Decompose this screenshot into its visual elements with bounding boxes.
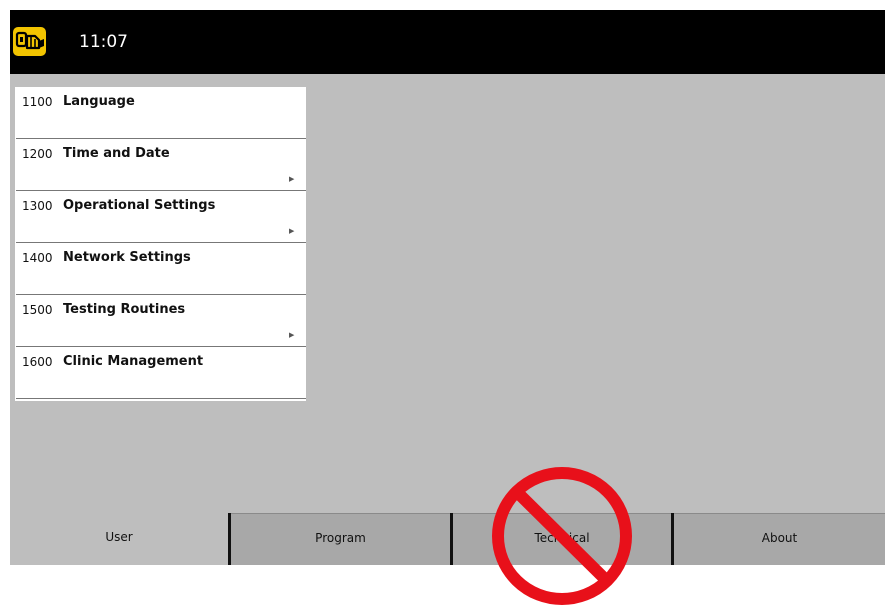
menu-item-time-and-date[interactable]: 1200 Time and Date ▶ — [15, 139, 306, 191]
menu-item-network-settings[interactable]: 1400 Network Settings — [15, 243, 306, 295]
menu-item-code: 1300 — [22, 199, 53, 213]
prohibited-icon — [492, 467, 632, 605]
top-bar: 11:07 — [10, 10, 885, 74]
menu-item-label: Clinic Management — [63, 354, 204, 369]
tab-bar: User Program Technical About — [10, 513, 885, 565]
device-screen: 11:07 1100 Language 1200 Time and Date ▶… — [10, 10, 885, 565]
menu-item-label: Language — [63, 94, 135, 109]
menu-item-code: 1600 — [22, 355, 53, 369]
tab-about[interactable]: About — [674, 513, 885, 565]
chevron-right-icon: ▶ — [289, 227, 295, 235]
clock-time: 11:07 — [79, 32, 128, 52]
menu-item-label: Network Settings — [63, 250, 191, 265]
menu-item-code: 1400 — [22, 251, 53, 265]
menu-item-label: Operational Settings — [63, 198, 216, 213]
menu-item-code: 1100 — [22, 95, 53, 109]
settings-menu: 1100 Language 1200 Time and Date ▶ 1300 … — [15, 87, 306, 401]
menu-item-clinic-management[interactable]: 1600 Clinic Management — [15, 347, 306, 399]
menu-item-code: 1200 — [22, 147, 53, 161]
tab-label: About — [761, 531, 798, 545]
tab-label: Program — [315, 531, 366, 545]
menu-item-testing-routines[interactable]: 1500 Testing Routines ▶ — [15, 295, 306, 347]
menu-item-label: Time and Date — [63, 146, 170, 161]
wrench-hand-icon[interactable] — [13, 27, 46, 56]
menu-divider — [16, 398, 306, 399]
chevron-right-icon: ▶ — [289, 175, 295, 183]
tab-program[interactable]: Program — [231, 513, 450, 565]
tab-label: User — [105, 530, 133, 544]
chevron-right-icon: ▶ — [289, 331, 295, 339]
menu-item-code: 1500 — [22, 303, 53, 317]
menu-item-operational-settings[interactable]: 1300 Operational Settings ▶ — [15, 191, 306, 243]
menu-item-language[interactable]: 1100 Language — [15, 87, 306, 139]
tab-user[interactable]: User — [10, 513, 228, 565]
menu-item-label: Testing Routines — [63, 302, 186, 317]
